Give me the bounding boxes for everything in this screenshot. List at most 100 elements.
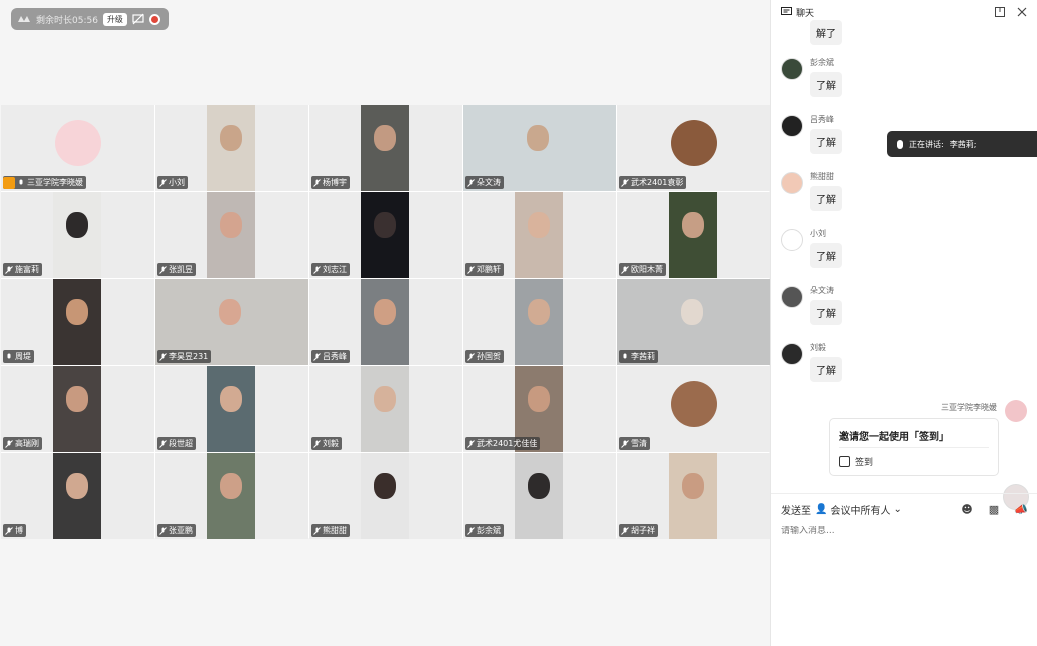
participant-name-tag: 邓鹏轩 xyxy=(465,263,504,276)
speaking-name: 李茜莉; xyxy=(949,139,977,149)
avatar xyxy=(781,58,803,80)
video-feed xyxy=(515,279,563,365)
participant-tile[interactable]: 武术2401尤佳佳 xyxy=(463,366,616,452)
participant-tile[interactable]: 熊甜甜 xyxy=(309,453,462,539)
participant-name: 胡子祥 xyxy=(631,526,655,535)
video-feed xyxy=(361,105,409,191)
participant-name-tag: 雪清 xyxy=(619,437,650,450)
checkin-button[interactable]: 签到 xyxy=(839,455,873,468)
participant-name: 武术2401袁彰 xyxy=(631,178,684,187)
participant-tile[interactable]: 刘毅 xyxy=(309,366,462,452)
participant-name-tag: 李茜莉 xyxy=(619,350,658,363)
mic-icon xyxy=(7,353,11,358)
participant-name-tag: 武术2401袁彰 xyxy=(619,176,687,189)
participant-name-tag: 孙国贺 xyxy=(465,350,504,363)
video-feed xyxy=(361,279,409,365)
participant-tile[interactable]: 武术2401袁彰 xyxy=(617,105,770,191)
participant-grid: 三亚学院李晓媛 小刘 杨博宇 朵文涛 武术2401袁彰施富莉 张凯昱 刘志江 邓鹏轩 欧阳木菁周… xyxy=(1,105,770,539)
mic-icon xyxy=(623,353,627,358)
participant-tile[interactable]: 李茜莉 xyxy=(617,279,770,365)
participant-tile[interactable]: 胡子祥 xyxy=(617,453,770,539)
popout-icon[interactable] xyxy=(995,7,1005,17)
participant-tile[interactable]: 高瑞刚 xyxy=(1,366,154,452)
video-feed xyxy=(515,192,563,278)
participant-name-tag: 欧阳木菁 xyxy=(619,263,666,276)
participant-name-tag: 刘毅 xyxy=(311,437,342,450)
participant-tile[interactable]: 段世超 xyxy=(155,366,308,452)
participant-name: 欧阳木菁 xyxy=(631,265,663,274)
divider xyxy=(839,447,989,448)
video-feed xyxy=(361,366,409,452)
send-target-select[interactable]: 👤 会议中所有人 ⌄ xyxy=(815,502,902,517)
mic-muted-icon xyxy=(313,526,321,535)
participant-tile[interactable]: 欧阳木菁 xyxy=(617,192,770,278)
invite-title: 邀请您一起使用「签到」 xyxy=(839,432,949,443)
emoji-icon[interactable]: ☻ xyxy=(960,502,974,516)
message-bubble: 了解 xyxy=(810,72,842,97)
participant-tile[interactable]: 孙国贺 xyxy=(463,279,616,365)
video-feed xyxy=(207,192,255,278)
participant-name: 吕秀峰 xyxy=(323,352,347,361)
participant-tile[interactable]: 施富莉 xyxy=(1,192,154,278)
mic-muted-icon xyxy=(313,439,321,448)
screen-share-off-icon[interactable] xyxy=(132,13,144,25)
participant-name-tag: 周堤 xyxy=(3,350,34,363)
upgrade-button[interactable]: 升级 xyxy=(102,12,127,26)
avatar xyxy=(781,343,803,365)
participant-name: 小刘 xyxy=(169,178,185,187)
mic-muted-icon xyxy=(159,526,167,535)
checkbox-icon xyxy=(839,456,850,467)
file-icon[interactable]: ▩ xyxy=(987,502,1001,516)
mic-muted-icon xyxy=(621,265,629,274)
participant-name-tag: 李昊昱231 xyxy=(157,350,212,363)
speaking-indicator: 正在讲话: 李茜莉; xyxy=(887,131,1037,157)
people-icon: 👤 xyxy=(815,503,828,515)
participant-name-tag: 张亚鹏 xyxy=(157,524,196,537)
participant-tile[interactable]: 张凯昱 xyxy=(155,192,308,278)
participant-tile[interactable]: 吕秀峰 xyxy=(309,279,462,365)
mic-muted-icon xyxy=(159,265,167,274)
sender-name: 吕秀峰 xyxy=(810,115,834,124)
participant-tile[interactable]: 张亚鹏 xyxy=(155,453,308,539)
message-bubble: 解了 xyxy=(810,20,842,45)
participant-name-tag: 杨博宇 xyxy=(311,176,350,189)
participant-name: 段世超 xyxy=(169,439,193,448)
announce-icon[interactable]: 📣 xyxy=(1014,502,1028,516)
participant-name-tag: 段世超 xyxy=(157,437,196,450)
tencent-meeting-logo-icon xyxy=(18,16,30,22)
mic-muted-icon xyxy=(467,178,475,187)
message-input[interactable] xyxy=(781,526,1021,536)
avatar xyxy=(1005,400,1027,422)
mic-muted-icon xyxy=(467,352,475,361)
participant-tile[interactable]: 刘志江 xyxy=(309,192,462,278)
close-icon[interactable] xyxy=(1017,7,1027,17)
participant-tile[interactable]: 周堤 xyxy=(1,279,154,365)
mic-muted-icon xyxy=(5,265,13,274)
participant-name-tag: 熊甜甜 xyxy=(311,524,350,537)
participant-tile[interactable]: 邓鹏轩 xyxy=(463,192,616,278)
video-feed xyxy=(207,366,255,452)
participant-name-tag: 武术2401尤佳佳 xyxy=(465,437,541,450)
participant-tile[interactable]: 博 xyxy=(1,453,154,539)
checkin-invite-card[interactable]: 邀请您一起使用「签到」 签到 xyxy=(829,418,999,476)
video-feed xyxy=(207,453,255,539)
mic-muted-icon xyxy=(467,265,475,274)
sender-name: 朵文涛 xyxy=(810,286,834,295)
sender-name: 小刘 xyxy=(810,229,826,238)
mic-icon xyxy=(897,139,903,149)
mic-muted-icon xyxy=(159,352,167,361)
send-to-label: 发送至 xyxy=(781,505,811,517)
mic-muted-icon xyxy=(621,178,629,187)
avatar xyxy=(781,286,803,308)
participant-tile[interactable]: 雪清 xyxy=(617,366,770,452)
participant-tile[interactable]: 李昊昱231 xyxy=(155,279,308,365)
participant-tile[interactable]: 三亚学院李晓媛 xyxy=(1,105,154,191)
record-icon[interactable] xyxy=(148,13,160,25)
send-target-value: 会议中所有人 xyxy=(830,505,891,517)
participant-tile[interactable]: 小刘 xyxy=(155,105,308,191)
participant-tile[interactable]: 杨博宇 xyxy=(309,105,462,191)
meeting-window: 剩余时长05:56 升级 三亚学院李晓媛 小刘 杨博宇 朵文涛 武术2401袁彰 施富莉张… xyxy=(0,0,1037,646)
participant-tile[interactable]: 朵文涛 xyxy=(463,105,616,191)
video-feed xyxy=(361,453,409,539)
participant-tile[interactable]: 彭余斌 xyxy=(463,453,616,539)
